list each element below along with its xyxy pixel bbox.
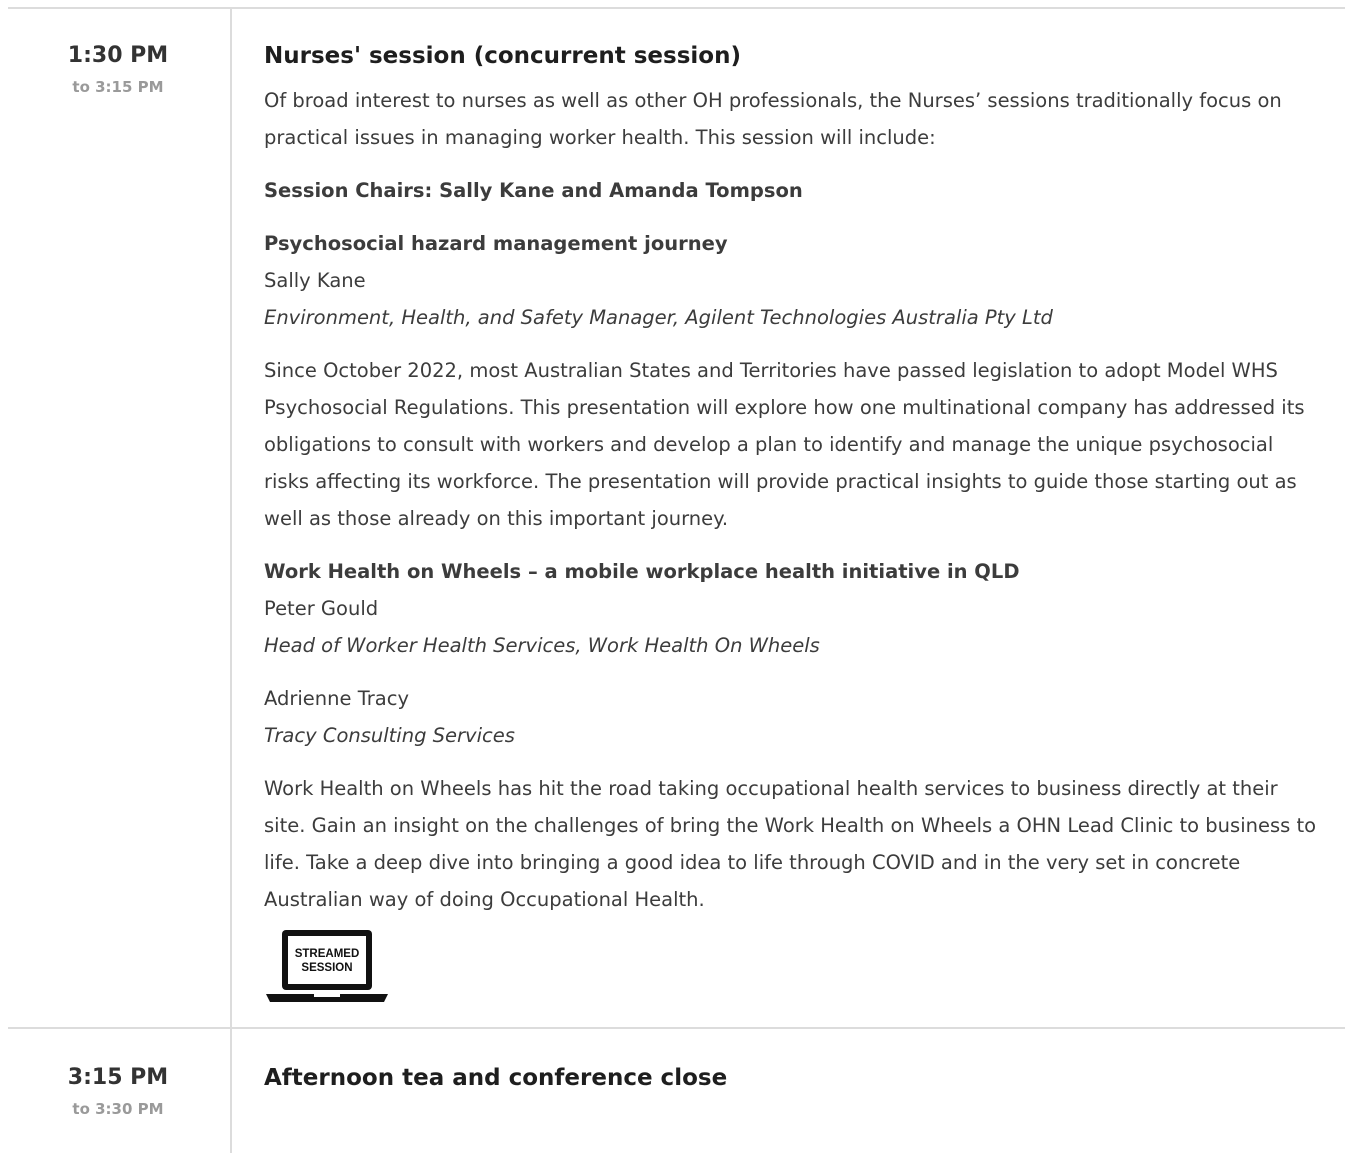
laptop-icon: STREAMED SESSION <box>266 930 388 1002</box>
divider-top <box>8 7 1345 9</box>
session-title: Nurses' session (concurrent session) <box>264 43 741 69</box>
streamed-badge-line1: STREAMED <box>295 948 360 960</box>
divider-row <box>8 1027 1345 1029</box>
agenda-page: 1:30 PM to 3:15 PM Nurses' session (conc… <box>0 0 1348 1153</box>
talk-speaker: Sally Kane <box>264 269 366 292</box>
session-intro: Of broad interest to nurses as well as o… <box>264 89 1282 149</box>
session-content: Afternoon tea and conference close <box>264 1062 1324 1104</box>
talk-title: Work Health on Wheels – a mobile workpla… <box>264 560 1020 583</box>
session-content: Nurses' session (concurrent session) Of … <box>264 40 1324 1006</box>
talk-speaker-role: Tracy Consulting Services <box>264 724 515 747</box>
talk-speaker-block: Adrienne Tracy Tracy Consulting Services <box>264 680 1324 754</box>
streamed-badge-line2: SESSION <box>301 962 352 974</box>
session-start-time: 3:15 PM <box>67 1065 169 1090</box>
talk-title: Psychosocial hazard management journey <box>264 232 728 255</box>
session-title: Afternoon tea and conference close <box>264 1065 728 1091</box>
session-time: 1:30 PM to 3:15 PM <box>8 40 228 98</box>
session-time: 3:15 PM to 3:30 PM <box>8 1062 228 1120</box>
talk-speaker-role: Environment, Health, and Safety Manager,… <box>264 306 1053 329</box>
session-chairs: Session Chairs: Sally Kane and Amanda To… <box>264 179 803 202</box>
talk-speaker: Peter Gould <box>264 597 379 620</box>
session-end-time: to 3:15 PM <box>72 78 164 96</box>
talk-speaker-role: Head of Worker Health Services, Work Hea… <box>264 634 820 657</box>
talk-item: Psychosocial hazard management journey S… <box>264 225 1324 336</box>
talk-abstract: Work Health on Wheels has hit the road t… <box>264 777 1317 911</box>
session-end-time: to 3:30 PM <box>72 1100 164 1118</box>
divider-vertical-1 <box>230 9 232 1027</box>
session-start-time: 1:30 PM <box>67 43 169 68</box>
talk-item: Work Health on Wheels – a mobile workpla… <box>264 553 1324 664</box>
talk-speaker: Adrienne Tracy <box>264 687 409 710</box>
divider-vertical-2 <box>230 1029 232 1153</box>
talk-abstract: Since October 2022, most Australian Stat… <box>264 359 1305 530</box>
